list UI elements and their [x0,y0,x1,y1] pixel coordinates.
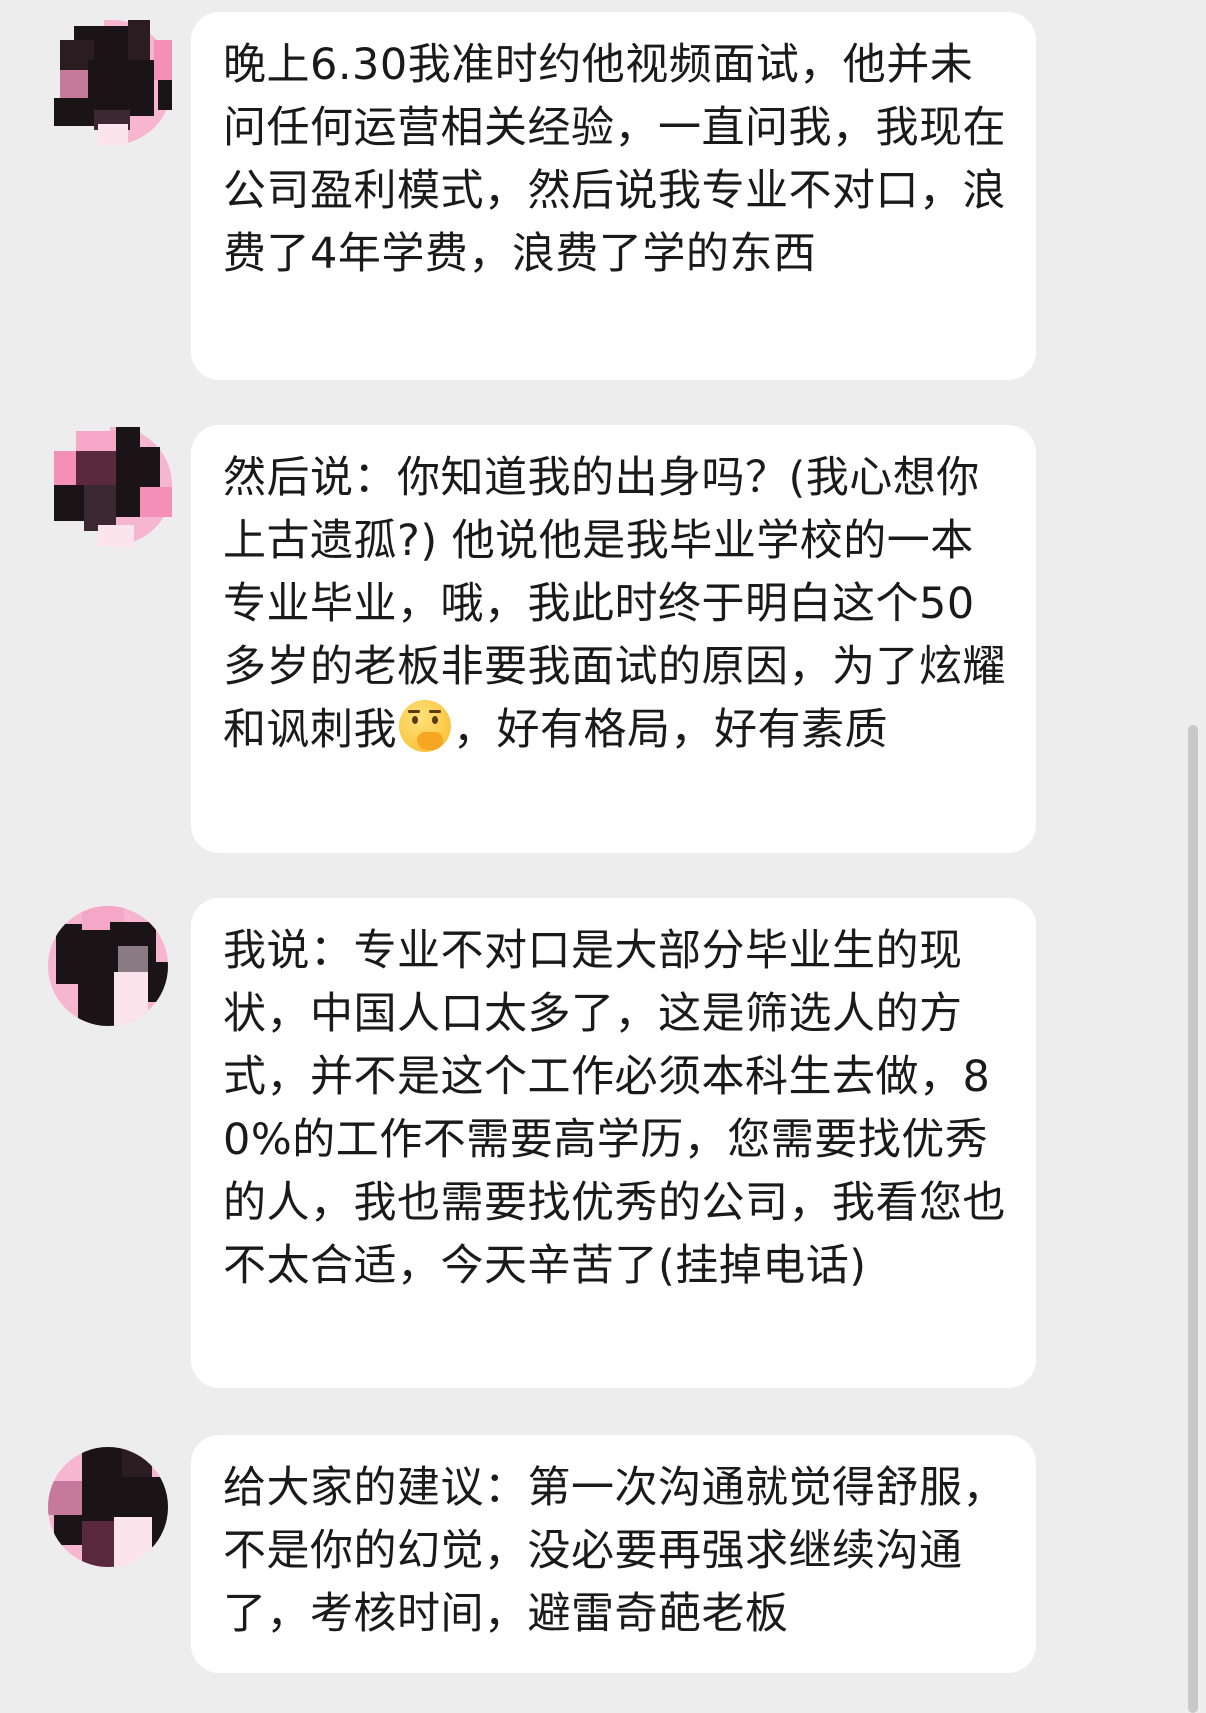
thinking-face-emoji-icon [399,700,451,752]
chat-message: 然后说：你知道我的出身吗？(我心想你上古遗孤?) 他说他是我毕业学校的一本专业毕… [0,425,1206,855]
chat-message-list: 晚上6.30我准时约他视频面试，他并未问任何运营相关经验，一直问我，我现在公司盈… [0,0,1206,1713]
message-bubble[interactable]: 晚上6.30我准时约他视频面试，他并未问任何运营相关经验，一直问我，我现在公司盈… [191,12,1036,380]
message-text: 给大家的建议：第一次沟通就觉得舒服，不是你的幻觉，没必要再强求继续沟通了，考核时… [223,1463,1006,1639]
chat-message: 给大家的建议：第一次沟通就觉得舒服，不是你的幻觉，没必要再强求继续沟通了，考核时… [0,1435,1206,1675]
message-text: 然后说：你知道我的出身吗？(我心想你上古遗孤?) 他说他是我毕业学校的一本专业毕… [223,447,1006,762]
avatar[interactable] [48,1447,168,1567]
message-bubble[interactable]: 然后说：你知道我的出身吗？(我心想你上古遗孤?) 他说他是我毕业学校的一本专业毕… [191,425,1036,853]
avatar[interactable] [54,427,172,547]
message-text-part: ，好有格局，好有素质 [453,705,888,755]
scrollbar[interactable] [1188,725,1198,1713]
chat-message: 我说：专业不对口是大部分毕业生的现状，中国人口太多了，这是筛选人的方式，并不是这… [0,898,1206,1390]
chat-message: 晚上6.30我准时约他视频面试，他并未问任何运营相关经验，一直问我，我现在公司盈… [0,12,1206,382]
message-bubble[interactable]: 我说：专业不对口是大部分毕业生的现状，中国人口太多了，这是筛选人的方式，并不是这… [191,898,1036,1388]
avatar[interactable] [54,20,172,145]
avatar[interactable] [48,906,168,1026]
message-text: 我说：专业不对口是大部分毕业生的现状，中国人口太多了，这是筛选人的方式，并不是这… [223,926,1006,1291]
message-text: 晚上6.30我准时约他视频面试，他并未问任何运营相关经验，一直问我，我现在公司盈… [223,40,1006,279]
message-bubble[interactable]: 给大家的建议：第一次沟通就觉得舒服，不是你的幻觉，没必要再强求继续沟通了，考核时… [191,1435,1036,1673]
